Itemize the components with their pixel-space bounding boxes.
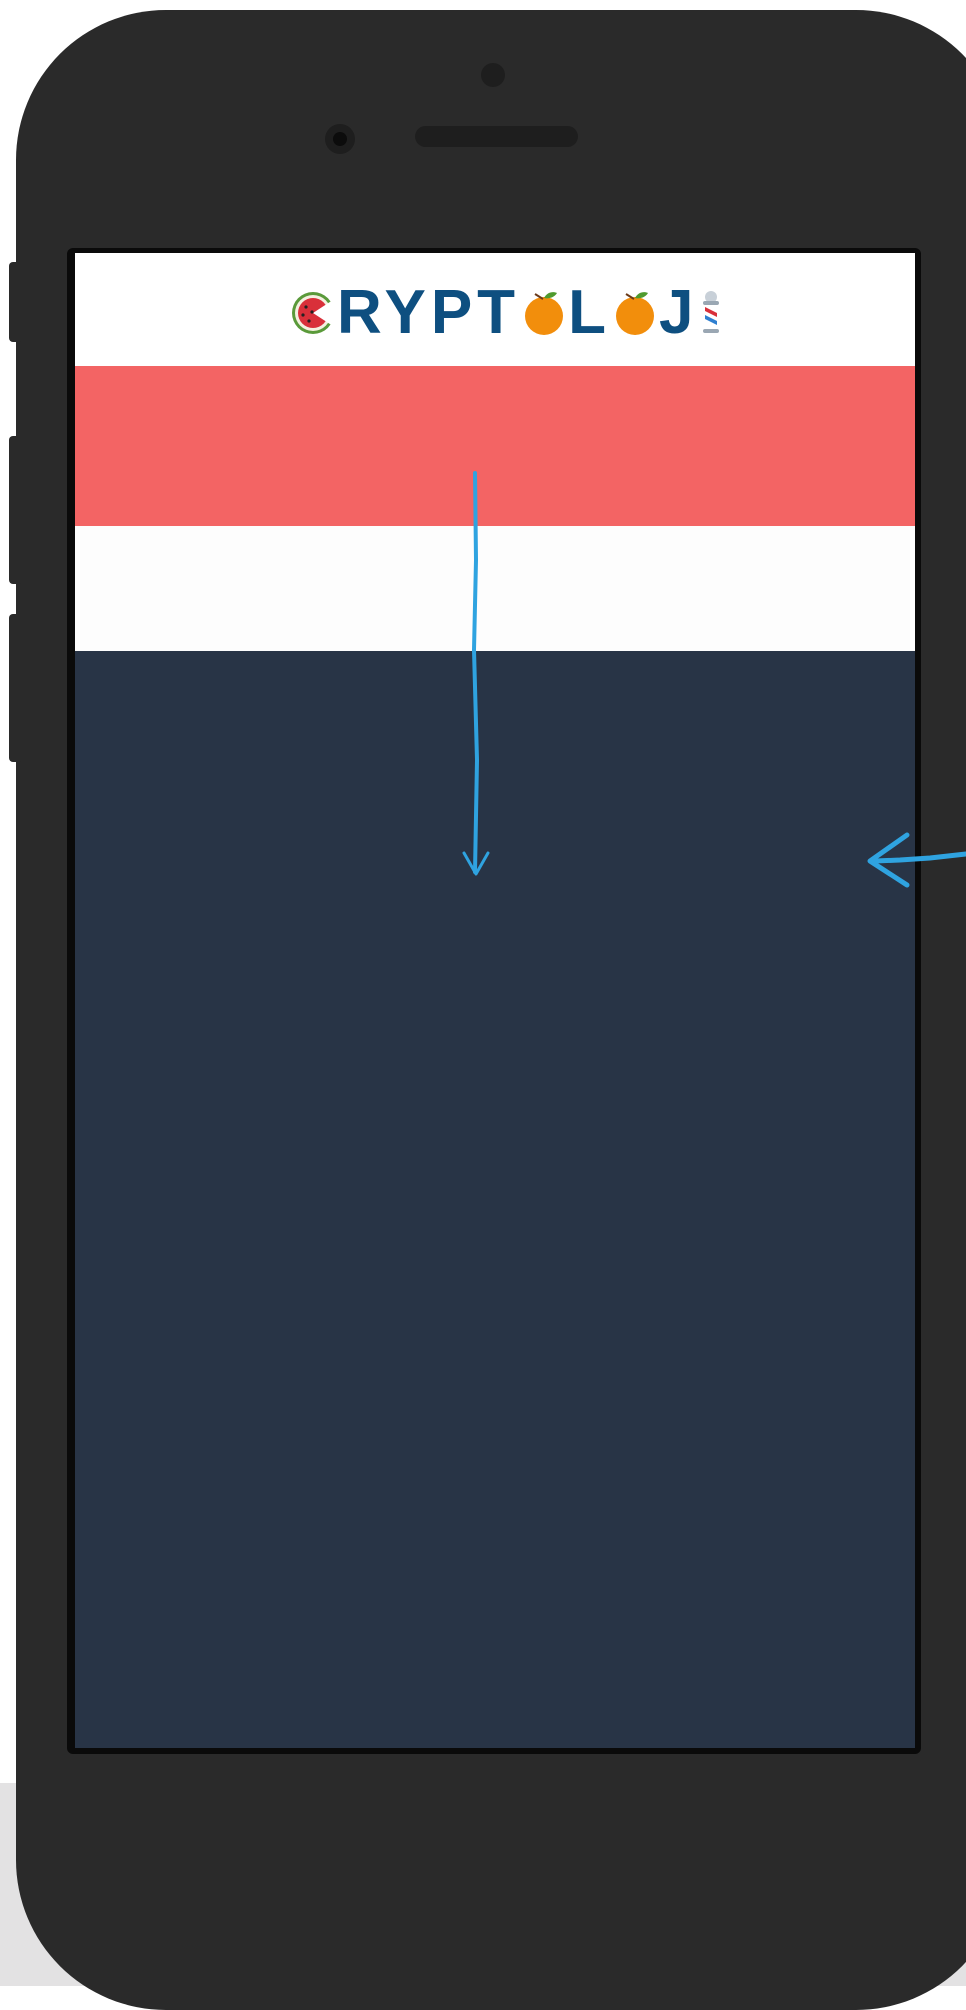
main-dark-panel bbox=[75, 651, 915, 1748]
cryptoloji-logo[interactable]: RYPT L J bbox=[289, 278, 724, 347]
barber-pole-icon bbox=[703, 291, 720, 333]
watermelon-icon bbox=[292, 292, 336, 334]
content-white-band bbox=[75, 526, 915, 651]
hero-red-band bbox=[75, 366, 915, 526]
orange-icon bbox=[615, 292, 654, 335]
logo-text-rypt: RYPT bbox=[337, 278, 521, 347]
orange-icon bbox=[525, 292, 564, 335]
earpiece-speaker bbox=[415, 126, 578, 147]
phone-screen: RYPT L J bbox=[75, 253, 915, 1748]
front-camera bbox=[325, 124, 355, 154]
app-header: RYPT L J bbox=[75, 253, 915, 366]
logo-text-j: J bbox=[658, 278, 699, 347]
silent-switch bbox=[9, 262, 23, 342]
volume-down-button bbox=[9, 614, 23, 762]
logo-text-l: L bbox=[568, 278, 611, 347]
camera-dot bbox=[481, 63, 505, 87]
volume-up-button bbox=[9, 436, 23, 584]
